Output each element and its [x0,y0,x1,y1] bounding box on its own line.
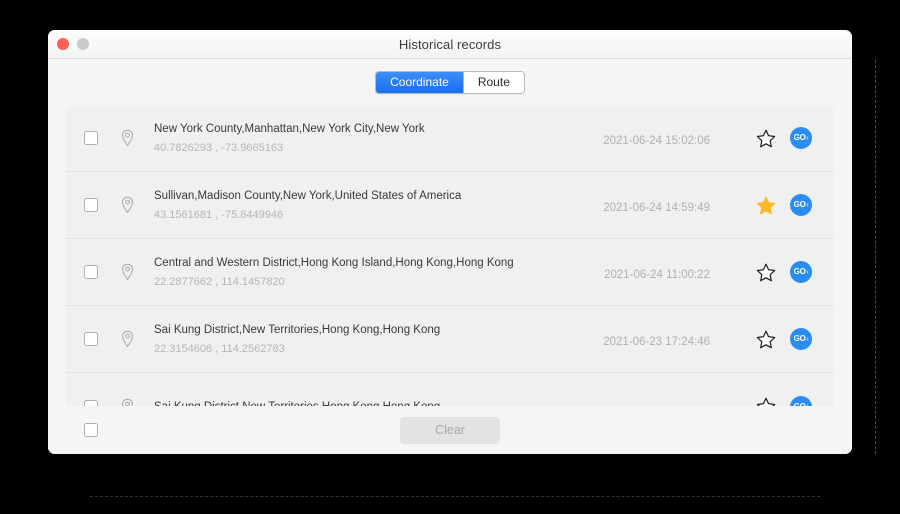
map-pin-icon [120,330,135,348]
chevron-right-icon: › [806,135,808,142]
star-outline-icon[interactable] [756,329,776,349]
clear-button[interactable]: Clear [400,417,500,444]
star-filled-icon[interactable] [756,195,776,215]
star-outline-icon[interactable] [756,128,776,148]
segmented-control: Coordinate Route [375,71,525,94]
record-actions: 2021-06-24 11:00:22 GO› [604,261,812,283]
record-text: Sai Kung District,New Territories,Hong K… [154,324,603,355]
view-mode-switch: Coordinate Route [66,71,834,94]
chevron-right-icon: › [806,336,808,343]
row-checkbox[interactable] [84,131,98,145]
window-controls [57,30,89,58]
record-address: Sullivan,Madison County,New York,United … [154,190,603,202]
table-row[interactable]: Sai Kung District,New Territories,Hong K… [66,306,834,373]
device-frame: Historical records Coordinate Route New … [0,0,900,514]
record-coordinates: 22.3154606 , 114.2562783 [154,343,603,355]
go-button[interactable]: GO› [790,328,812,350]
chevron-right-icon: › [806,269,808,276]
historical-records-window: Historical records Coordinate Route New … [48,30,852,454]
record-actions: 2021-06-24 14:59:49 GO› [603,194,812,216]
go-button-label: GO [794,268,806,276]
record-address: Central and Western District,Hong Kong I… [154,257,604,269]
record-coordinates: 40.7826293 , -73.9665163 [154,142,603,154]
chevron-right-icon: › [806,202,808,209]
record-address: New York County,Manhattan,New York City,… [154,123,603,135]
record-text: Central and Western District,Hong Kong I… [154,257,604,288]
record-timestamp: 2021-06-24 15:02:06 [603,135,756,147]
go-button-label: GO [794,335,806,343]
map-pin-icon [120,263,135,281]
table-row[interactable]: New York County,Manhattan,New York City,… [66,105,834,172]
record-coordinates: 43.1561681 , -75.8449946 [154,209,603,221]
record-actions: 2021-06-23 17:24:46 GO› [603,328,812,350]
record-timestamp: 2021-06-24 11:00:22 [604,269,756,281]
go-button-label: GO [794,134,806,142]
tab-coordinate[interactable]: Coordinate [376,72,463,93]
record-timestamp: 2021-06-23 17:24:46 [603,336,756,348]
map-pin-icon [120,196,135,214]
star-outline-icon[interactable] [756,262,776,282]
footer-bar: Clear [48,406,852,454]
table-row[interactable]: Central and Western District,Hong Kong I… [66,239,834,306]
record-actions: 2021-06-24 15:02:06 GO› [603,127,812,149]
records-list-panel: New York County,Manhattan,New York City,… [66,105,834,454]
row-checkbox[interactable] [84,198,98,212]
frame-dashed-line-vertical [875,60,876,454]
record-address: Sai Kung District,New Territories,Hong K… [154,324,603,336]
window-body: Coordinate Route New York County,Manhatt… [48,59,852,454]
go-button[interactable]: GO› [790,194,812,216]
table-row[interactable]: Sullivan,Madison County,New York,United … [66,172,834,239]
go-button[interactable]: GO› [790,261,812,283]
minimize-button [77,38,89,50]
row-checkbox[interactable] [84,265,98,279]
record-timestamp: 2021-06-24 14:59:49 [603,202,756,214]
window-titlebar: Historical records [48,30,852,59]
select-all-checkbox[interactable] [84,423,98,437]
records-list[interactable]: New York County,Manhattan,New York City,… [66,105,834,454]
go-button-label: GO [794,201,806,209]
page-title: Historical records [48,37,852,52]
close-button[interactable] [57,38,69,50]
map-pin-icon [120,129,135,147]
tab-route[interactable]: Route [463,72,524,93]
record-text: New York County,Manhattan,New York City,… [154,123,603,154]
go-button[interactable]: GO› [790,127,812,149]
frame-dashed-line-horizontal [90,496,820,497]
record-text: Sullivan,Madison County,New York,United … [154,190,603,221]
row-checkbox[interactable] [84,332,98,346]
record-coordinates: 22.2877662 , 114.1457820 [154,276,604,288]
